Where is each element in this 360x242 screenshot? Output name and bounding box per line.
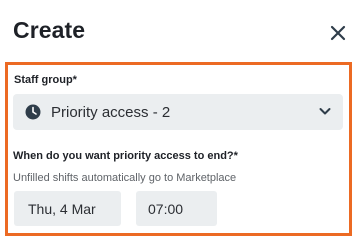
staff-group-label: Staff group* [14, 74, 77, 86]
staff-group-select[interactable]: Priority access - 2 [13, 94, 343, 130]
priority-end-hint: Unfilled shifts automatically go to Mark… [13, 172, 237, 184]
end-time-field[interactable]: 07:00 [136, 191, 217, 226]
create-dialog: Create Staff group* Priority access - 2 … [0, 0, 360, 242]
staff-group-value: Priority access - 2 [51, 104, 171, 121]
chevron-down-icon [319, 108, 331, 115]
end-time-value: 07:00 [148, 201, 184, 217]
close-icon [330, 25, 346, 41]
priority-end-label: When do you want priority access to end?… [13, 150, 238, 162]
page-title: Create [13, 17, 86, 43]
end-date-value: Thu, 4 Mar [28, 201, 96, 217]
close-button[interactable] [324, 19, 352, 47]
clock-icon [25, 104, 41, 120]
end-date-field[interactable]: Thu, 4 Mar [14, 191, 121, 226]
